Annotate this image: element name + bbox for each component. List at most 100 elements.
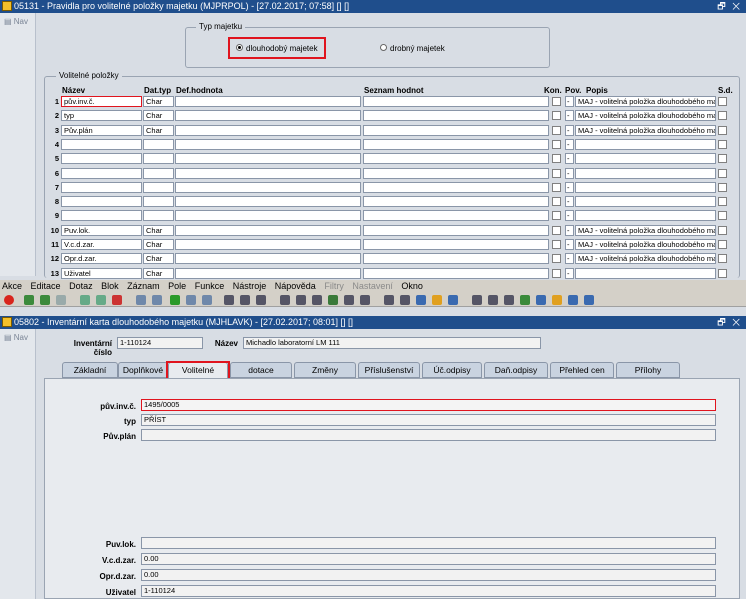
web-icon[interactable]	[536, 295, 546, 305]
cell-defhodnota[interactable]	[175, 153, 361, 164]
checkbox-sd[interactable]	[718, 211, 727, 220]
cell-nazev[interactable]	[61, 182, 142, 193]
cell-dattyp[interactable]	[143, 139, 174, 150]
cell-popis[interactable]: MAJ - volitelná položka dlouhodobého maj…	[575, 110, 716, 121]
preview-icon[interactable]	[240, 295, 250, 305]
columns-icon[interactable]	[360, 295, 370, 305]
cell-dattyp[interactable]	[143, 168, 174, 179]
cell-defhodnota[interactable]	[175, 239, 361, 250]
nav-panel[interactable]: ▤ Nav	[0, 13, 36, 276]
cell-dattyp[interactable]: Char	[143, 253, 174, 264]
cell-pov[interactable]: -	[565, 239, 574, 250]
menu-akce[interactable]: Akce	[2, 281, 22, 291]
tab-prilohy[interactable]: Přílohy	[616, 362, 680, 378]
radio-drobny[interactable]	[380, 44, 387, 51]
nav2-panel[interactable]: ▤ Nav	[0, 329, 36, 599]
cell-popis[interactable]: MAJ - volitelná položka dlouhodobého maj…	[575, 239, 716, 250]
tab-dotace[interactable]: dotace	[230, 362, 292, 378]
cell-nazev[interactable]	[61, 168, 142, 179]
sort-desc-icon[interactable]	[152, 295, 162, 305]
cell-nazev[interactable]	[61, 153, 142, 164]
cell-dattyp[interactable]: Char	[143, 225, 174, 236]
checkbox-kon[interactable]	[552, 111, 561, 120]
cell-pov[interactable]: -	[565, 168, 574, 179]
delete-icon[interactable]	[56, 295, 66, 305]
cell-seznam[interactable]	[363, 96, 549, 107]
cell-popis[interactable]	[575, 196, 716, 207]
save-icon[interactable]	[400, 295, 410, 305]
cell-dattyp[interactable]	[143, 196, 174, 207]
window-controls[interactable]: 🗗 ✕	[717, 0, 742, 13]
cell-pov[interactable]: -	[565, 210, 574, 221]
cell-nazev[interactable]: V.c.d.zar.	[61, 239, 142, 250]
cell-defhodnota[interactable]	[175, 139, 361, 150]
cell-pov[interactable]: -	[565, 253, 574, 264]
menu-okno[interactable]: Okno	[401, 281, 423, 291]
menu-napoveda[interactable]: Nápověda	[275, 281, 316, 291]
cell-nazev[interactable]: Pův.plán	[61, 125, 142, 136]
cell-popis[interactable]: MAJ - volitelná položka dlouhodobého maj…	[575, 253, 716, 264]
context-help-icon[interactable]	[568, 295, 578, 305]
cell-defhodnota[interactable]	[175, 268, 361, 279]
cell-pov[interactable]: -	[565, 96, 574, 107]
cell-popis[interactable]	[575, 268, 716, 279]
checkbox-kon[interactable]	[552, 240, 561, 249]
menu-zaznam[interactable]: Záznam	[127, 281, 160, 291]
paste-icon[interactable]	[312, 295, 322, 305]
checkbox-sd[interactable]	[718, 126, 727, 135]
tab-dan-odpisy[interactable]: Daň.odpisy	[484, 362, 548, 378]
filter-icon[interactable]	[186, 295, 196, 305]
list-icon[interactable]	[344, 295, 354, 305]
checkbox-kon[interactable]	[552, 126, 561, 135]
checkbox-sd[interactable]	[718, 97, 727, 106]
nazev-field[interactable]: Michadlo laboratorní LM 111	[243, 337, 541, 349]
tab-zmeny[interactable]: Změny	[294, 362, 356, 378]
tab-prehled-cen[interactable]: Přehled cen	[550, 362, 614, 378]
checkbox-kon[interactable]	[552, 254, 561, 263]
cell-seznam[interactable]	[363, 210, 549, 221]
new-record-icon[interactable]	[24, 295, 34, 305]
cell-defhodnota[interactable]	[175, 182, 361, 193]
cell-popis[interactable]	[575, 139, 716, 150]
window2-controls[interactable]: 🗗 ✕	[717, 316, 742, 329]
menu-funkce[interactable]: Funkce	[195, 281, 225, 291]
checkbox-sd[interactable]	[718, 183, 727, 192]
checkbox-kon[interactable]	[552, 140, 561, 149]
menu-blok[interactable]: Blok	[101, 281, 119, 291]
help-icon[interactable]	[552, 295, 562, 305]
world-icon[interactable]	[416, 295, 426, 305]
checkbox-kon[interactable]	[552, 183, 561, 192]
info-icon[interactable]	[584, 295, 594, 305]
cell-popis[interactable]	[575, 210, 716, 221]
cell-pov[interactable]: -	[565, 139, 574, 150]
cell-dattyp[interactable]: Char	[143, 268, 174, 279]
checkbox-kon[interactable]	[552, 269, 561, 278]
field-puv-inv[interactable]: 1495/0005	[141, 399, 716, 411]
insert-icon[interactable]	[40, 295, 50, 305]
cell-dattyp[interactable]	[143, 210, 174, 221]
cell-pov[interactable]: -	[565, 182, 574, 193]
cell-nazev[interactable]	[61, 196, 142, 207]
checkbox-kon[interactable]	[552, 226, 561, 235]
print-icon[interactable]	[224, 295, 234, 305]
report-icon[interactable]	[472, 295, 482, 305]
menu-dotaz[interactable]: Dotaz	[69, 281, 93, 291]
menu-nastroje[interactable]: Nástroje	[233, 281, 267, 291]
cell-seznam[interactable]	[363, 125, 549, 136]
cell-seznam[interactable]	[363, 110, 549, 121]
cell-seznam[interactable]	[363, 168, 549, 179]
checkbox-sd[interactable]	[718, 269, 727, 278]
excel-icon[interactable]	[520, 295, 530, 305]
checkbox-kon[interactable]	[552, 211, 561, 220]
tab-uc-odpisy[interactable]: Úč.odpisy	[422, 362, 482, 378]
cell-defhodnota[interactable]	[175, 210, 361, 221]
field-vcd-zar[interactable]: 0.00	[141, 553, 716, 565]
cell-seznam[interactable]	[363, 225, 549, 236]
checkbox-kon[interactable]	[552, 197, 561, 206]
cell-seznam[interactable]	[363, 153, 549, 164]
inv-cislo-field[interactable]: 1-110124	[117, 337, 203, 349]
cell-pov[interactable]: -	[565, 225, 574, 236]
cell-defhodnota[interactable]	[175, 110, 361, 121]
cell-pov[interactable]: -	[565, 125, 574, 136]
tab-prislusenstvi[interactable]: Příslušenství	[358, 362, 420, 378]
